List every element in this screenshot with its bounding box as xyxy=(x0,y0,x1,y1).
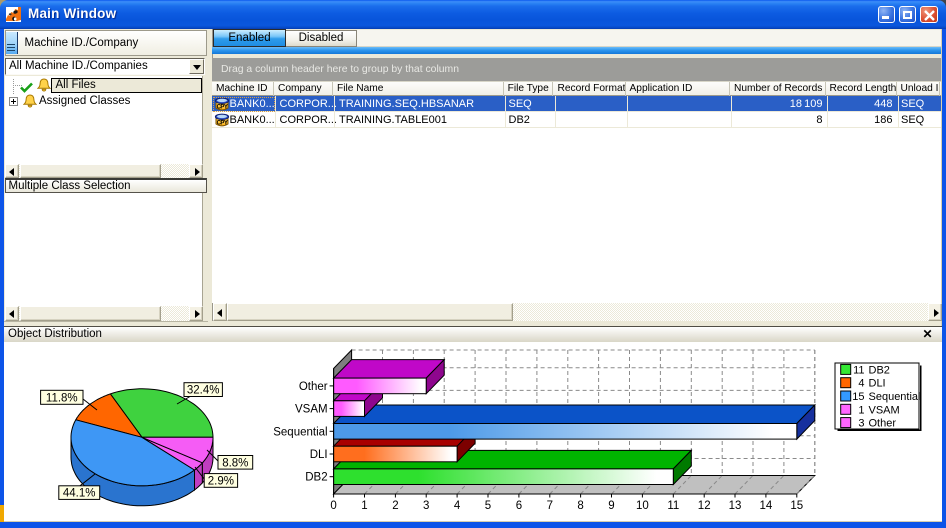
svg-text:4: 4 xyxy=(454,500,461,512)
svg-text:10: 10 xyxy=(636,500,649,512)
svg-text:DB2: DB2 xyxy=(869,364,890,376)
svg-text:14: 14 xyxy=(760,500,773,512)
svg-text:32.4%: 32.4% xyxy=(187,385,220,397)
svg-text:8: 8 xyxy=(577,500,583,512)
svg-text:15: 15 xyxy=(790,500,803,512)
svg-text:13: 13 xyxy=(729,500,742,512)
svg-text:0: 0 xyxy=(330,500,336,512)
svg-text:VSAM: VSAM xyxy=(295,404,328,416)
svg-text:6: 6 xyxy=(516,500,522,512)
svg-text:12: 12 xyxy=(698,500,711,512)
svg-text:Sequential: Sequential xyxy=(869,391,921,403)
svg-text:Other: Other xyxy=(869,418,897,430)
svg-text:4: 4 xyxy=(858,378,864,390)
svg-text:3: 3 xyxy=(858,418,864,430)
svg-text:DLI: DLI xyxy=(869,378,886,390)
svg-text:Sequential: Sequential xyxy=(273,426,327,438)
svg-text:11.8%: 11.8% xyxy=(46,392,78,404)
svg-text:Other: Other xyxy=(299,381,328,393)
svg-text:DB2: DB2 xyxy=(305,472,327,484)
svg-text:9: 9 xyxy=(608,500,614,512)
svg-text:1: 1 xyxy=(361,500,367,512)
svg-text:11: 11 xyxy=(853,364,864,376)
svg-text:2: 2 xyxy=(392,500,398,512)
svg-text:44.1%: 44.1% xyxy=(63,488,96,500)
svg-text:DLI: DLI xyxy=(310,449,328,461)
svg-text:VSAM: VSAM xyxy=(869,404,900,416)
svg-text:5: 5 xyxy=(485,500,491,512)
svg-text:3: 3 xyxy=(423,500,429,512)
svg-text:7: 7 xyxy=(547,500,553,512)
svg-text:1: 1 xyxy=(858,404,864,416)
svg-text:2.9%: 2.9% xyxy=(208,475,234,487)
svg-text:8.8%: 8.8% xyxy=(222,457,248,469)
svg-text:15: 15 xyxy=(852,391,864,403)
svg-text:11: 11 xyxy=(667,500,679,512)
svg-text:CPY: CPY xyxy=(216,121,227,127)
